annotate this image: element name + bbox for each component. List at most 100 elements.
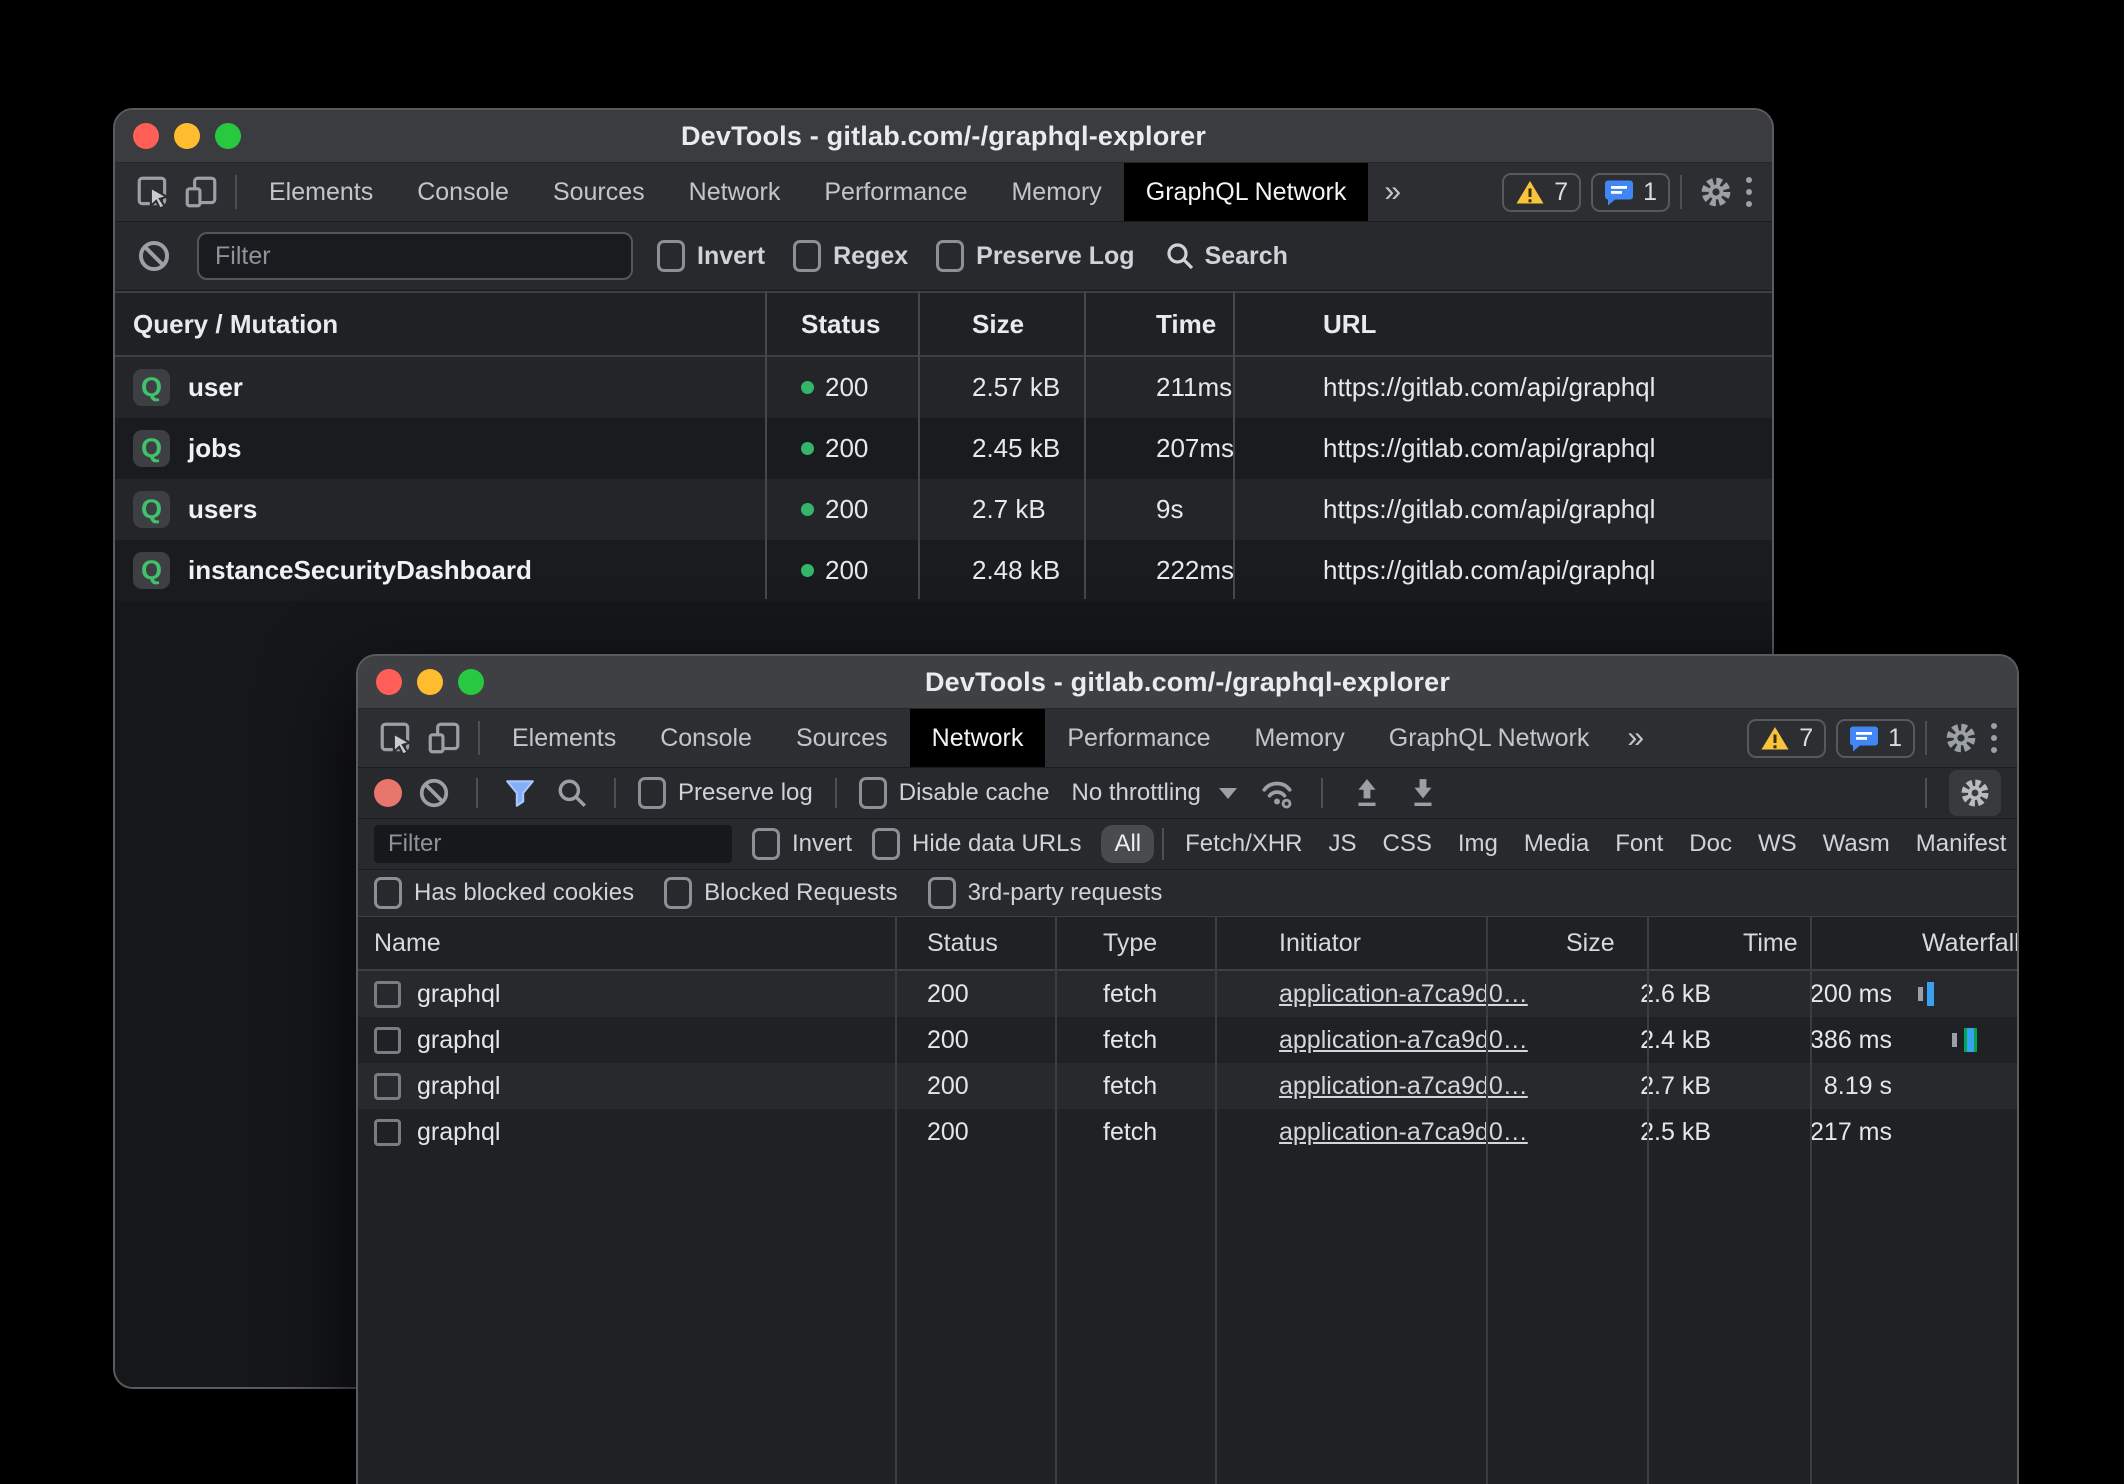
request-row[interactable]: graphql200fetchapplication-a7ca9d0…2.7 k…: [358, 1063, 2017, 1109]
tab-memory[interactable]: Memory: [989, 163, 1123, 221]
more-menu-icon[interactable]: [1740, 177, 1758, 207]
checkbox-regex[interactable]: Regex: [793, 240, 908, 272]
device-toolbar-icon[interactable]: [177, 168, 225, 216]
column-header-type[interactable]: Type: [1087, 929, 1263, 958]
network-conditions-icon[interactable]: [1255, 769, 1299, 817]
column-header-url[interactable]: URL: [1305, 309, 1772, 340]
request-row[interactable]: graphql200fetchapplication-a7ca9d0…2.4 k…: [358, 1017, 2017, 1063]
chip-font[interactable]: Font: [1602, 825, 1676, 863]
chip-wasm[interactable]: Wasm: [1810, 825, 1903, 863]
column-divider[interactable]: [918, 291, 920, 599]
column-header-size[interactable]: Size: [954, 309, 1138, 340]
chip-js[interactable]: JS: [1316, 825, 1370, 863]
zoom-button[interactable]: [458, 669, 484, 695]
checkbox-has-blocked-cookies[interactable]: Has blocked cookies: [374, 877, 634, 909]
import-har-icon[interactable]: [1345, 769, 1389, 817]
minimize-button[interactable]: [174, 123, 200, 149]
block-icon[interactable]: [135, 232, 173, 280]
minimize-button[interactable]: [417, 669, 443, 695]
column-divider[interactable]: [895, 917, 897, 1484]
tab-performance[interactable]: Performance: [802, 163, 989, 221]
column-divider[interactable]: [1055, 917, 1057, 1484]
column-divider[interactable]: [1647, 917, 1649, 1484]
column-divider[interactable]: [1084, 291, 1086, 599]
warnings-badge[interactable]: 7: [1747, 719, 1826, 758]
tab-network[interactable]: Network: [667, 163, 803, 221]
tab-sources[interactable]: Sources: [774, 709, 910, 767]
column-header-name[interactable]: Name: [358, 929, 911, 958]
more-tabs-icon[interactable]: »: [1611, 721, 1660, 755]
network-settings-gear-icon[interactable]: [1949, 770, 2001, 816]
chip-media[interactable]: Media: [1511, 825, 1602, 863]
tab-performance[interactable]: Performance: [1045, 709, 1232, 767]
column-divider[interactable]: [765, 291, 767, 599]
settings-gear-icon[interactable]: [1692, 168, 1740, 216]
column-divider[interactable]: [1215, 917, 1217, 1484]
tab-elements[interactable]: Elements: [247, 163, 395, 221]
tab-graphql-network[interactable]: GraphQL Network: [1367, 709, 1612, 767]
hide-data-urls-checkbox[interactable]: Hide data URLs: [872, 828, 1081, 860]
request-row[interactable]: graphql200fetchapplication-a7ca9d0…2.5 k…: [358, 1109, 2017, 1155]
search-button[interactable]: Search: [1165, 241, 1288, 271]
inspect-icon[interactable]: [372, 714, 420, 762]
close-button[interactable]: [133, 123, 159, 149]
tab-console[interactable]: Console: [395, 163, 531, 221]
column-header-status[interactable]: Status: [783, 309, 954, 340]
column-divider[interactable]: [1486, 917, 1488, 1484]
chip-manifest[interactable]: Manifest: [1903, 825, 2019, 863]
record-icon[interactable]: [374, 779, 402, 807]
messages-badge[interactable]: 1: [1591, 173, 1670, 212]
request-row[interactable]: graphql200fetchapplication-a7ca9d0…2.6 k…: [358, 971, 2017, 1017]
settings-gear-icon[interactable]: [1937, 714, 1985, 762]
column-header-status[interactable]: Status: [911, 929, 1087, 958]
warnings-badge[interactable]: 7: [1502, 173, 1581, 212]
disable-cache-checkbox[interactable]: Disable cache: [859, 777, 1050, 809]
checkbox-preserve-log[interactable]: Preserve Log: [936, 240, 1134, 272]
column-header-time[interactable]: Time: [1727, 929, 1906, 958]
chip-fetch-xhr[interactable]: Fetch/XHR: [1172, 825, 1315, 863]
column-header-query-mutation[interactable]: Query / Mutation: [115, 309, 783, 340]
more-menu-icon[interactable]: [1985, 723, 2003, 753]
messages-badge[interactable]: 1: [1836, 719, 1915, 758]
clear-icon[interactable]: [414, 769, 454, 817]
query-row[interactable]: Qusers2002.7 kB9shttps://gitlab.com/api/…: [115, 479, 1772, 540]
tab-memory[interactable]: Memory: [1232, 709, 1366, 767]
checkbox-blocked-requests[interactable]: Blocked Requests: [664, 877, 897, 909]
titlebar[interactable]: DevTools - gitlab.com/-/graphql-explorer: [358, 656, 2017, 709]
tab-network[interactable]: Network: [910, 709, 1046, 767]
column-header-time[interactable]: Time: [1138, 309, 1305, 340]
initiator-link[interactable]: application-a7ca9d0…: [1279, 1026, 1528, 1055]
more-tabs-icon[interactable]: »: [1368, 175, 1417, 209]
tab-sources[interactable]: Sources: [531, 163, 667, 221]
chip-all[interactable]: All: [1101, 825, 1154, 863]
tab-graphql-network[interactable]: GraphQL Network: [1124, 163, 1369, 221]
inspect-icon[interactable]: [129, 168, 177, 216]
initiator-link[interactable]: application-a7ca9d0…: [1279, 980, 1528, 1009]
chip-doc[interactable]: Doc: [1676, 825, 1745, 863]
chip-img[interactable]: Img: [1445, 825, 1511, 863]
column-divider[interactable]: [1810, 917, 1812, 1484]
query-row[interactable]: QinstanceSecurityDashboard2002.48 kB222m…: [115, 540, 1772, 601]
tab-console[interactable]: Console: [638, 709, 774, 767]
checkbox-invert[interactable]: Invert: [657, 240, 765, 272]
export-har-icon[interactable]: [1401, 769, 1445, 817]
filter-funnel-icon[interactable]: [500, 769, 540, 817]
preserve-log-checkbox[interactable]: Preserve log: [638, 777, 813, 809]
chevron-down-icon[interactable]: [1219, 788, 1237, 799]
tab-elements[interactable]: Elements: [490, 709, 638, 767]
column-header-size[interactable]: Size: [1550, 929, 1727, 958]
column-header-initiator[interactable]: Initiator: [1263, 929, 1550, 958]
initiator-link[interactable]: application-a7ca9d0…: [1279, 1118, 1528, 1147]
zoom-button[interactable]: [215, 123, 241, 149]
chip-ws[interactable]: WS: [1745, 825, 1810, 863]
column-header-waterfall[interactable]: Waterfall: [1906, 929, 2017, 958]
filter-input[interactable]: [374, 825, 732, 863]
device-toolbar-icon[interactable]: [420, 714, 468, 762]
chip-css[interactable]: CSS: [1370, 825, 1445, 863]
titlebar[interactable]: DevTools - gitlab.com/-/graphql-explorer: [115, 110, 1772, 163]
query-row[interactable]: Quser2002.57 kB211mshttps://gitlab.com/a…: [115, 357, 1772, 418]
search-icon[interactable]: [552, 769, 592, 817]
throttling-select[interactable]: No throttling: [1071, 779, 1200, 807]
column-divider[interactable]: [1233, 291, 1235, 599]
initiator-link[interactable]: application-a7ca9d0…: [1279, 1072, 1528, 1101]
